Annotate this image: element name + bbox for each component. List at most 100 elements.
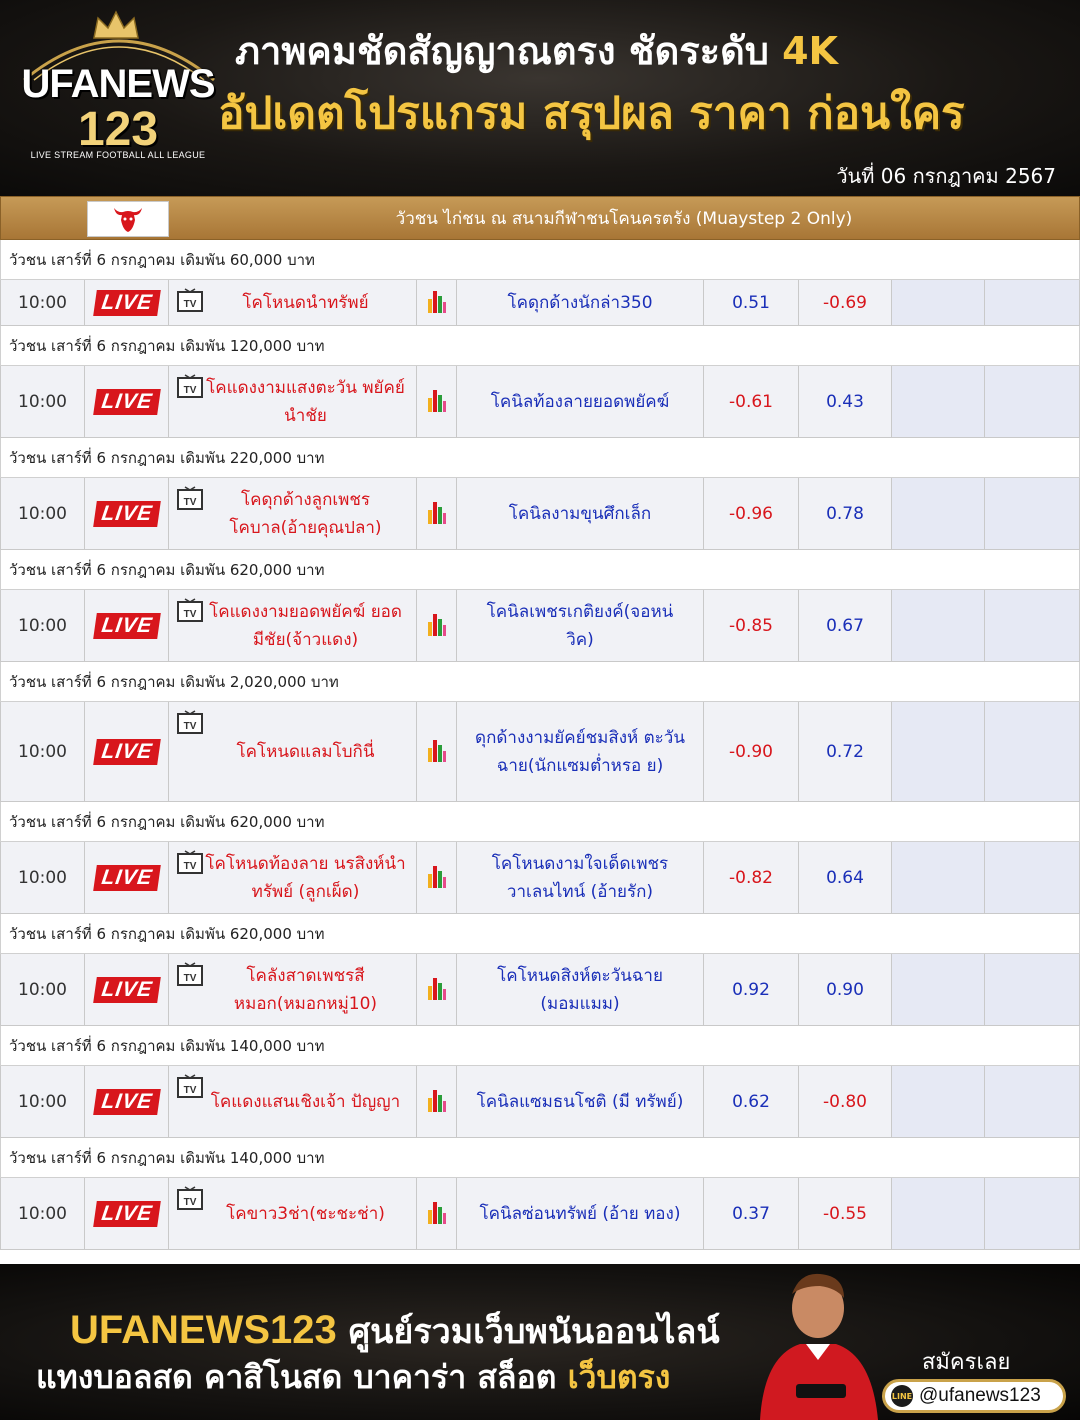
home-team-name[interactable]: โคแดงงามแสงตะวัน พยัคย์นำชัย	[169, 374, 416, 430]
footer-headline-text: ศูนย์รวมเว็บพนันออนไลน์	[348, 1312, 720, 1352]
stats-icon[interactable]	[427, 736, 447, 768]
away-team-name[interactable]: ดุกด้างงามยัคย์ชมสิงห์ ตะวันฉาย(นักแซมต่…	[457, 724, 703, 780]
live-button[interactable]: LIVE	[92, 738, 161, 765]
live-cell[interactable]: LIVE	[85, 1178, 169, 1249]
stats-icon[interactable]	[427, 1198, 447, 1230]
stats-cell[interactable]	[417, 280, 457, 325]
tv-icon[interactable]: TV	[177, 288, 203, 312]
stats-cell[interactable]	[417, 1178, 457, 1249]
tv-icon[interactable]: TV	[177, 486, 203, 510]
match-row[interactable]: 10:00 LIVE TV โคขาว3ช่า(ชะชะช่า) โคนิลซ่อนทร…	[0, 1178, 1080, 1250]
live-cell[interactable]: LIVE	[85, 702, 169, 801]
live-button[interactable]: LIVE	[92, 289, 161, 316]
stats-icon[interactable]	[427, 386, 447, 418]
live-cell[interactable]: LIVE	[85, 954, 169, 1025]
stats-cell[interactable]	[417, 366, 457, 437]
tv-icon[interactable]: TV	[177, 1186, 203, 1210]
tv-icon[interactable]: TV	[177, 850, 203, 874]
odd-home: 0.62	[704, 1066, 799, 1137]
line-handle: @ufanews123	[919, 1385, 1041, 1406]
match-row[interactable]: 10:00 LIVE TV โคโหนดท้องลาย นรสิงห์นำทรัพย์…	[0, 842, 1080, 914]
stats-cell[interactable]	[417, 954, 457, 1025]
line-contact-button[interactable]: LINE @ufanews123	[882, 1379, 1066, 1413]
live-button[interactable]: LIVE	[92, 976, 161, 1003]
home-team-name[interactable]: โคโหนดนำทรัพย์	[206, 289, 378, 317]
live-cell[interactable]: LIVE	[85, 590, 169, 661]
home-team-name[interactable]: โคแดงแสนเชิงเจ้า ปัญญา	[175, 1088, 410, 1116]
away-team-name[interactable]: โคดุกด้างนักล่า350	[489, 289, 670, 317]
match-row[interactable]: 10:00 LIVE TV โคโหนดแลมโบกินี่ ดุกด้างงามยัค…	[0, 702, 1080, 802]
odd-away: -0.55	[799, 1178, 892, 1249]
live-button[interactable]: LIVE	[92, 500, 161, 527]
stats-icon[interactable]	[427, 862, 447, 894]
logo-number: 123	[77, 103, 159, 156]
stats-icon[interactable]	[427, 1086, 447, 1118]
live-button[interactable]: LIVE	[92, 1088, 161, 1115]
match-time: 10:00	[0, 954, 85, 1025]
empty-cell	[892, 366, 985, 437]
match-row[interactable]: 10:00 LIVE TV โคโหนดนำทรัพย์ โคดุกด้างนักล่า…	[0, 280, 1080, 326]
home-team-name[interactable]: โคแดงงามยอดพยัคฆ์ ยอดมีชัย(จ้าวแดง)	[169, 598, 416, 654]
live-button[interactable]: LIVE	[92, 388, 161, 415]
odd-away: -0.80	[799, 1066, 892, 1137]
away-team-name[interactable]: โคนิลเพชรเกติยงค์(จอหน่ วิค)	[457, 598, 703, 654]
football-player-image	[760, 1273, 878, 1420]
stats-icon[interactable]	[427, 974, 447, 1006]
home-team-name[interactable]: โคดุกด้างลูกเพชร โคบาล(อ้ายคุณปลา)	[169, 486, 416, 542]
signup-button[interactable]: สมัครเลย	[922, 1344, 1010, 1379]
stats-cell[interactable]	[417, 478, 457, 549]
stats-icon[interactable]	[427, 610, 447, 642]
match-row[interactable]: 10:00 LIVE TV โคลังสาดเพชรสี หมอก(หมอกหมู่1…	[0, 954, 1080, 1026]
match-group-label: วัวชน เสาร์ที่ 6 กรกฎาคม เดิมพัน 620,000…	[0, 550, 1080, 590]
stats-cell[interactable]	[417, 1066, 457, 1137]
home-team-name[interactable]: โคขาว3ช่า(ชะชะช่า)	[190, 1200, 395, 1228]
match-row[interactable]: 10:00 LIVE TV โคดุกด้างลูกเพชร โคบาล(อ้ายคุ…	[0, 478, 1080, 550]
site-logo[interactable]: UFANEWS 123 LIVE STREAM FOOTBALL ALL LEA…	[14, 10, 216, 185]
svg-text:TV: TV	[184, 861, 197, 872]
match-row[interactable]: 10:00 LIVE TV โคแดงแสนเชิงเจ้า ปัญญา โคนิลแซ…	[0, 1066, 1080, 1138]
live-cell[interactable]: LIVE	[85, 1066, 169, 1137]
match-board: วัวชน ไก่ชน ณ สนามกีฬาชนโคนครตรัง (Muays…	[0, 196, 1080, 1264]
match-row[interactable]: 10:00 LIVE TV โคแดงงามแสงตะวัน พยัคย์นำชัย โ…	[0, 366, 1080, 438]
away-team-name[interactable]: โคโหนดงามใจเด็ดเพชร วาเลนไทน์ (อ้ายรัก)	[457, 850, 703, 906]
away-team-cell: โคนิลแซมธนโชติ (มี ทรัพย์)	[457, 1066, 704, 1137]
live-button[interactable]: LIVE	[92, 1200, 161, 1227]
stats-icon[interactable]	[427, 498, 447, 530]
footer-subheadline: แทงบอลสด คาสิโนสด บาคาร่า สล็อต เว็บตรง	[36, 1352, 670, 1403]
live-cell[interactable]: LIVE	[85, 478, 169, 549]
live-cell[interactable]: LIVE	[85, 366, 169, 437]
svg-text:TV: TV	[184, 609, 197, 620]
match-time: 10:00	[0, 842, 85, 913]
home-team-name[interactable]: โคลังสาดเพชรสี หมอก(หมอกหมู่10)	[169, 962, 416, 1018]
match-time: 10:00	[0, 366, 85, 437]
home-team-name[interactable]: โคโหนดท้องลาย นรสิงห์นำทรัพย์ (ลูกเผ็ด)	[169, 850, 416, 906]
home-team-name[interactable]: โคโหนดแลมโบกินี่	[201, 738, 385, 766]
empty-cell	[892, 590, 985, 661]
odd-home: 0.37	[704, 1178, 799, 1249]
match-row[interactable]: 10:00 LIVE TV โคแดงงามยอดพยัคฆ์ ยอดมีชัย(จ้…	[0, 590, 1080, 662]
live-button[interactable]: LIVE	[92, 612, 161, 639]
stats-cell[interactable]	[417, 702, 457, 801]
stats-cell[interactable]	[417, 590, 457, 661]
empty-cell	[985, 1178, 1080, 1249]
away-team-name[interactable]: โคนิลท้องลายยอดพยัคฆ์	[473, 388, 688, 416]
match-group: วัวชน เสาร์ที่ 6 กรกฎาคม เดิมพัน 2,020,0…	[0, 662, 1080, 802]
tv-icon[interactable]: TV	[177, 598, 203, 622]
away-team-name[interactable]: โคนิลซ่อนทรัพย์ (อ้าย ทอง)	[462, 1200, 699, 1228]
live-button[interactable]: LIVE	[92, 864, 161, 891]
away-team-name[interactable]: โคนิลงามขุนศึกเล็ก	[491, 500, 669, 528]
match-group: วัวชน เสาร์ที่ 6 กรกฎาคม เดิมพัน 140,000…	[0, 1138, 1080, 1250]
tv-icon[interactable]: TV	[177, 962, 203, 986]
tv-icon[interactable]: TV	[177, 374, 203, 398]
empty-cell	[892, 702, 985, 801]
stats-icon[interactable]	[427, 287, 447, 319]
empty-cell	[985, 954, 1080, 1025]
live-cell[interactable]: LIVE	[85, 280, 169, 325]
tv-icon[interactable]: TV	[177, 1074, 203, 1098]
stats-cell[interactable]	[417, 842, 457, 913]
tv-icon[interactable]: TV	[177, 710, 203, 734]
away-team-name[interactable]: โคโหนดสิงห์ตะวันฉาย (มอมแมม)	[457, 962, 703, 1018]
live-cell[interactable]: LIVE	[85, 842, 169, 913]
match-group-label: วัวชน เสาร์ที่ 6 กรกฎาคม เดิมพัน 140,000…	[0, 1138, 1080, 1178]
away-team-name[interactable]: โคนิลแซมธนโชติ (มี ทรัพย์)	[459, 1088, 702, 1116]
